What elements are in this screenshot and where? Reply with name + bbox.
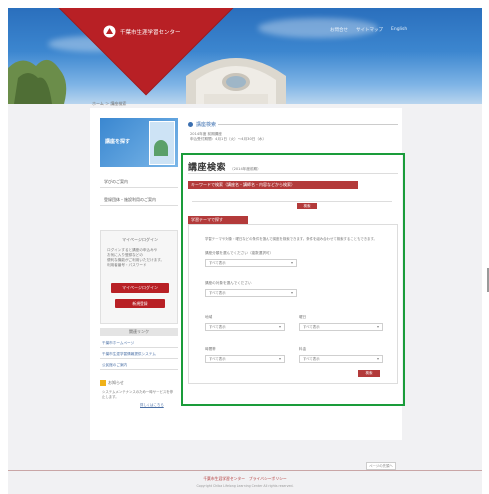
brochure-image <box>149 121 175 165</box>
notice-icon <box>100 380 106 386</box>
page-top-button[interactable]: ページの先頭へ <box>366 462 396 470</box>
chevron-down-icon: ▾ <box>278 324 281 329</box>
sidebar-link-guide[interactable]: 学びのご案内 <box>100 176 178 188</box>
keyword-search-button[interactable]: 検索 <box>297 203 317 209</box>
copyright-text: Copyright Chiba Lifelong Learning Center… <box>196 484 294 488</box>
time-select[interactable]: すべて表示 ▾ <box>205 355 285 363</box>
register-button[interactable]: 新規登録 <box>115 299 165 308</box>
chevron-down-icon: ▾ <box>290 290 293 295</box>
site-logo[interactable]: 千葉市生涯学習センター <box>103 25 181 38</box>
member-login-title: マイページログイン <box>122 237 158 242</box>
notice-text: システムメンテナンスのため一時サービスを停止します。 <box>102 390 174 399</box>
target-question: 講座の対象を選んでください <box>205 281 252 285</box>
member-login-box: マイページログイン ログインすると講座の申込みや お気に入り登録などの 便利な機… <box>100 230 178 324</box>
search-title-row: 講座検索 （2014年度前期） <box>188 160 261 173</box>
target-select[interactable]: すべて表示 ▾ <box>205 289 297 297</box>
fee-label: 料金 <box>299 347 307 351</box>
sidebar-banner[interactable]: 講座を探す <box>100 118 178 167</box>
related-links-title: 関連リンク <box>100 328 178 336</box>
notice-link[interactable]: 詳しくはこちら <box>140 402 164 407</box>
category-select[interactable]: すべて表示 ▾ <box>205 259 297 267</box>
notice-title: お知らせ <box>108 380 124 385</box>
weekday-select-value: すべて表示 <box>303 325 320 329</box>
time-select-value: すべて表示 <box>209 357 226 361</box>
category-question: 講座分類を選んでください（複数選択可） <box>205 251 274 255</box>
keyword-search-label: キーワードで検索（講座名・講師名・内容などから検索） <box>188 181 358 189</box>
section-meta: 2014年度 前期講座 申込受付期間：4月1日（火）〜4月30日（水） <box>190 132 266 142</box>
header-link-sitemap[interactable]: サイトマップ <box>356 27 383 33</box>
category-select-value: すべて表示 <box>209 261 226 265</box>
fee-select[interactable]: すべて表示 ▾ <box>299 355 383 363</box>
weekday-select[interactable]: すべて表示 ▾ <box>299 323 383 331</box>
theme-search-button[interactable]: 検索 <box>358 370 380 377</box>
theme-search-description: 学習テーマや対象・曜日などの条件を選んで講座を検索できます。条件を組み合わせて検… <box>205 237 377 241</box>
related-link-city[interactable]: 千葉市ホームページ <box>100 338 178 348</box>
section-divider <box>218 124 398 125</box>
related-link-kominkan[interactable]: 公民館のご案内 <box>100 360 178 370</box>
site-header: 千葉市生涯学習センター お問合せ サイトマップ English <box>8 8 482 104</box>
related-link-system[interactable]: 千葉市生涯学習情報提供システム <box>100 349 178 359</box>
login-button[interactable]: マイページログイン <box>111 283 169 293</box>
header-nav: お問合せ サイトマップ English <box>330 27 407 33</box>
logo-text: 千葉市生涯学習センター <box>120 29 181 36</box>
logo-mark-icon <box>103 25 116 38</box>
area-select-value: すべて表示 <box>209 325 226 329</box>
theme-search-panel: 学習テーマや対象・曜日などの条件を選んで講座を検索できます。条件を組み合わせて検… <box>188 224 398 384</box>
area-select[interactable]: すべて表示 ▾ <box>205 323 285 331</box>
keyword-input[interactable] <box>192 194 392 202</box>
search-subtitle: （2014年度前期） <box>230 167 261 171</box>
tree-image <box>8 59 67 104</box>
sidebar-link-facility[interactable]: 登録団体・施設利用のご案内 <box>100 194 178 206</box>
chevron-down-icon: ▾ <box>290 260 293 265</box>
fee-select-value: すべて表示 <box>303 357 320 361</box>
area-label: 地域 <box>205 315 213 319</box>
member-line: 利用者番号・パスワード <box>107 263 147 267</box>
chevron-down-icon: ▾ <box>278 356 281 361</box>
notice-box: お知らせ システムメンテナンスのため一時サービスを停止します。 詳しくはこちら <box>100 380 178 420</box>
theme-search-label: 学習テーマで探す <box>188 216 248 224</box>
footer-divider <box>8 470 482 471</box>
weekday-label: 曜日 <box>299 315 307 319</box>
header-link-english[interactable]: English <box>391 27 407 33</box>
section-bullet-icon <box>188 122 193 127</box>
header-link-contact[interactable]: お問合せ <box>330 27 348 33</box>
section-meta-line: 申込受付期間：4月1日（火）〜4月30日（水） <box>190 137 267 141</box>
section-heading-text: 講座検索 <box>196 122 217 128</box>
building-dome-image <box>186 58 286 104</box>
footer-links[interactable]: 千葉市生涯学習センター プライバシーポリシー <box>8 476 482 482</box>
banner-title: 講座を探す <box>105 139 131 145</box>
time-label: 時間帯 <box>205 347 216 351</box>
breadcrumb[interactable]: ホーム ＞ 講座検索 <box>92 101 126 107</box>
title-divider <box>188 173 398 174</box>
chevron-down-icon: ▾ <box>376 324 379 329</box>
search-title: 講座検索 <box>188 163 227 173</box>
member-login-description: ログインすると講座の申込みや お気に入り登録などの 便利な機能がご利用いただけま… <box>107 248 173 268</box>
section-heading: 講座検索 <box>188 121 216 128</box>
target-select-value: すべて表示 <box>209 291 226 295</box>
chevron-down-icon: ▾ <box>376 356 379 361</box>
